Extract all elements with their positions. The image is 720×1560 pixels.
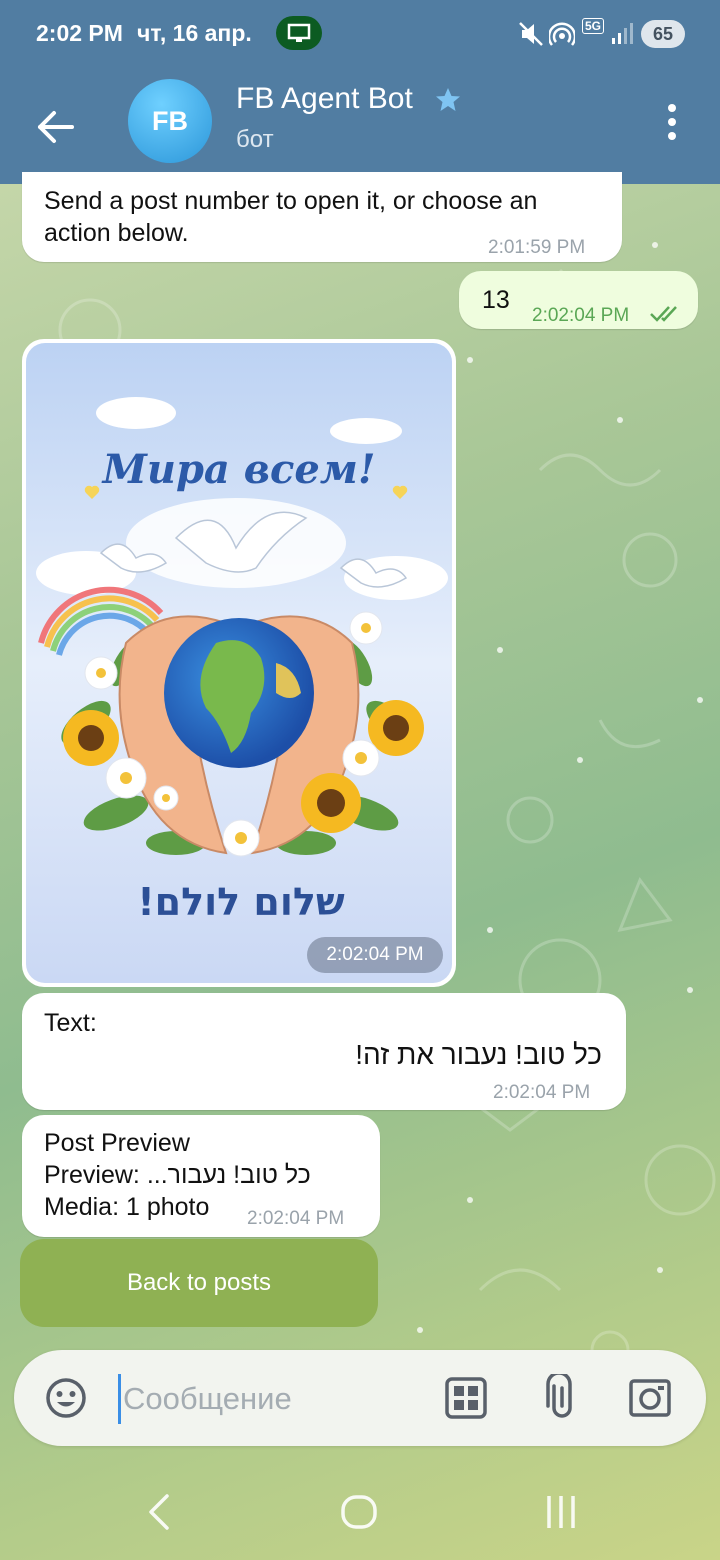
message-time: 2:01:59 PM xyxy=(488,237,586,258)
message-composer xyxy=(14,1350,706,1446)
preview-line: Preview: כל טוב! נעבור... xyxy=(44,1159,374,1191)
screen-share-icon xyxy=(276,16,322,50)
photo-title-text: Мира всем! xyxy=(101,446,376,493)
nav-recents-icon[interactable] xyxy=(544,1492,580,1537)
system-nav-bar xyxy=(0,1460,720,1560)
preview-value: כל טוב! נעבור... xyxy=(146,1161,311,1189)
message-line: action below. xyxy=(44,219,189,247)
message-time: 2:02:04 PM xyxy=(247,1208,345,1229)
message-bubble[interactable]: Send a post number to open it, or choose… xyxy=(22,172,622,262)
chat-title[interactable]: FB Agent Bot xyxy=(236,82,413,116)
message-time: 2:02:04 PM xyxy=(493,1082,591,1103)
photo-time: 2:02:04 PM xyxy=(307,937,443,973)
message-bubble[interactable]: Post Preview Preview: כל טוב! נעבור... M… xyxy=(22,1115,380,1237)
chat-header: FB FB Agent Bot бот xyxy=(0,70,720,184)
message-text: 13 xyxy=(482,286,510,314)
star-icon xyxy=(434,86,462,119)
status-time: 2:02 PM xyxy=(36,20,123,46)
bot-commands-icon[interactable] xyxy=(444,1376,488,1425)
status-date: чт, 16 апр. xyxy=(137,20,252,46)
message-text: Send a post number to open it, or choose… xyxy=(44,185,537,249)
battery-indicator: 65 xyxy=(641,20,685,48)
chat-subtitle: бот xyxy=(236,126,274,153)
photo-message[interactable]: Мира всем! שלום לולם! xyxy=(22,339,456,987)
nav-home-icon[interactable] xyxy=(340,1492,380,1537)
preview-title: Post Preview xyxy=(44,1129,190,1157)
message-line: Send a post number to open it, or choose… xyxy=(44,187,538,215)
more-menu-icon[interactable] xyxy=(656,100,688,144)
nav-back-icon[interactable] xyxy=(143,1492,173,1537)
preview-label: Preview: xyxy=(44,1161,147,1189)
message-input[interactable] xyxy=(118,1374,425,1424)
back-to-posts-button[interactable]: Back to posts xyxy=(20,1239,378,1327)
hotspot-icon xyxy=(547,20,577,53)
double-check-icon xyxy=(649,300,685,332)
camera-icon[interactable] xyxy=(628,1376,672,1425)
message-bubble-outgoing[interactable]: 13 2:02:04 PM xyxy=(459,271,698,329)
back-arrow-icon[interactable] xyxy=(30,102,80,152)
message-label: Text: xyxy=(44,1009,97,1037)
network-5g-icon: 5G xyxy=(582,18,605,34)
mute-icon xyxy=(518,20,544,53)
photo-image[interactable]: Мира всем! שלום לולם! xyxy=(26,343,452,983)
status-bar: 2:02 PM чт, 16 апр. 5G 65 xyxy=(0,0,720,70)
message-time: 2:02:04 PM xyxy=(532,305,630,326)
photo-caption-text: שלום לולם! xyxy=(137,880,345,924)
message-text-rtl: כל טוב! נעבור את זה! xyxy=(355,1039,602,1070)
signal-icon xyxy=(610,20,634,53)
message-bubble[interactable]: Text: כל טוב! נעבור את זה! 2:02:04 PM xyxy=(22,993,626,1110)
attach-icon[interactable] xyxy=(542,1371,582,1427)
emoji-icon[interactable] xyxy=(44,1376,88,1425)
avatar[interactable]: FB xyxy=(128,79,212,163)
